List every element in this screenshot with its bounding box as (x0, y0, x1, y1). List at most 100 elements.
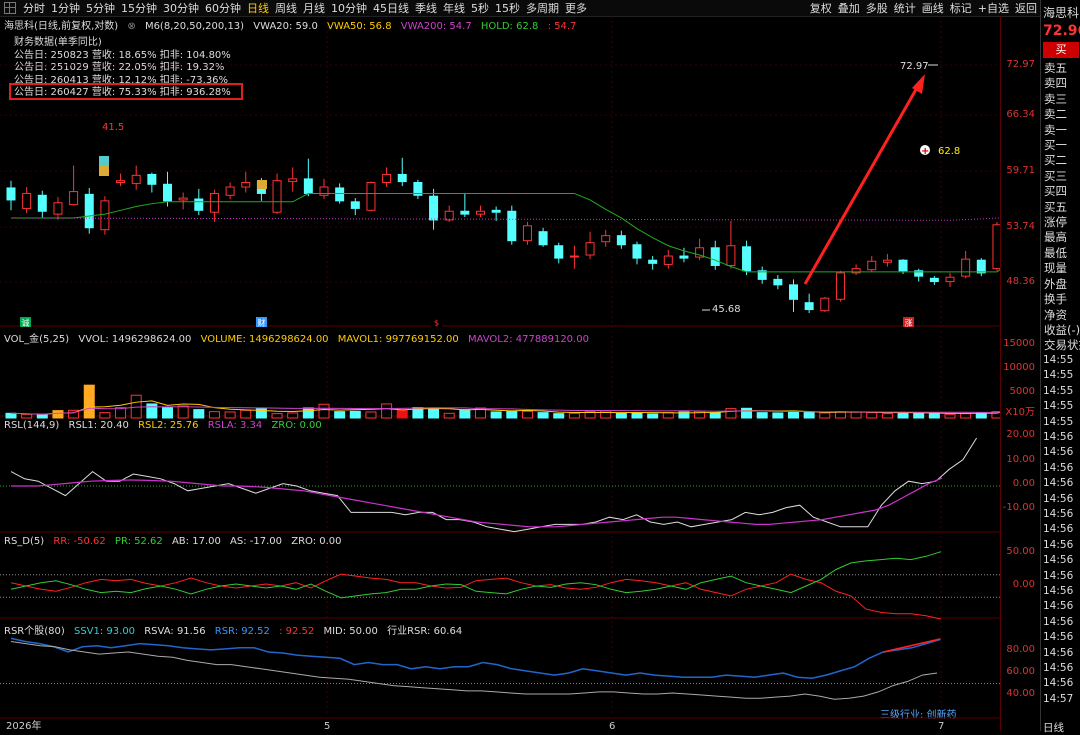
period-tab[interactable]: 5分钟 (83, 0, 118, 16)
period-tab[interactable]: 15分钟 (118, 0, 160, 16)
candle (382, 173, 392, 183)
trend-arrow (803, 85, 920, 285)
candle (663, 255, 673, 265)
period-tab[interactable]: 10分钟 (328, 0, 370, 16)
toolbar-button[interactable]: 多股 (863, 0, 891, 16)
volume-bar (537, 412, 549, 419)
vvol: VVOL: 1496298624.00 (78, 334, 192, 345)
volume-bar (803, 411, 815, 419)
axis-label: 0.00 (1012, 579, 1035, 590)
rsr-highlight (883, 638, 941, 653)
period-tab[interactable]: 季线 (412, 0, 440, 16)
candle (178, 197, 188, 201)
period-tab[interactable]: 多周期 (523, 0, 562, 16)
toolbar-button[interactable]: +自选 (975, 0, 1012, 16)
period-tab[interactable]: 月线 (300, 0, 328, 16)
toolbar-button[interactable]: 叠加 (835, 0, 863, 16)
tick-time: 14:56 (1043, 508, 1074, 520)
event-mark-label: 涨 (905, 318, 913, 328)
buy-button[interactable]: 买 (1043, 42, 1079, 58)
tick-time: 14:55 (1043, 384, 1074, 397)
period-tab[interactable]: 5秒 (468, 0, 492, 16)
axis-label: -10.00 (1002, 502, 1035, 513)
high-label: 72.97 (900, 61, 929, 72)
rsr: RSR: 92.52 (214, 626, 270, 637)
tick-time: 14:55 (1043, 400, 1074, 413)
mid: MID: 50.00 (323, 626, 378, 637)
rsla: RSLA: 3.34 (207, 420, 263, 431)
quote-row: 买四 (1044, 184, 1067, 199)
volume-bar (21, 413, 33, 419)
candle (961, 258, 971, 277)
right-axis: 72.97 66.34 59.71 53.74 48.36 15000 10000 5000 X… (1000, 16, 1041, 731)
toolbar-button[interactable]: 返回 (1012, 0, 1040, 16)
period-tab[interactable]: 日线 (244, 0, 272, 16)
candle (37, 194, 47, 212)
x-axis-label: 5 (324, 721, 330, 731)
quote-row: 卖三 (1044, 91, 1067, 106)
candle (976, 259, 986, 274)
tick-time: 14:56 (1043, 554, 1074, 567)
toolbar-button[interactable]: 标记 (947, 0, 975, 16)
as: AS: -17.00 (230, 536, 283, 547)
candle (100, 200, 110, 231)
volume-bar (381, 403, 393, 419)
tick-time: 14:56 (1043, 492, 1074, 505)
candle (789, 284, 798, 300)
candle (69, 191, 79, 206)
volume-bar (944, 413, 956, 419)
rsl1: RSL1: 20.40 (68, 420, 129, 431)
stock-price: 72.96 (1043, 23, 1080, 39)
quote-row: 买五 (1044, 199, 1067, 214)
mavol2: MAVOL2: 477889120.00 (467, 334, 589, 345)
toolbar-button[interactable]: 画线 (919, 0, 947, 16)
candle (648, 259, 658, 264)
tick-time: 14:56 (1043, 585, 1074, 597)
rsr-line (10, 637, 941, 680)
period-tab[interactable]: 年线 (440, 0, 468, 16)
candle (507, 210, 517, 242)
candle (804, 302, 814, 311)
candle (22, 192, 32, 209)
hold-label: 62.8 (938, 146, 960, 157)
volume-bar (334, 411, 346, 419)
candle (476, 210, 485, 215)
tick-time: 14:55 (1043, 354, 1074, 366)
axis-label: 50.00 (1006, 546, 1035, 557)
event-mark-label: $ (434, 319, 439, 328)
layout-grid-icon[interactable] (4, 2, 16, 14)
volume-bar (99, 412, 111, 419)
candle (742, 246, 752, 272)
period-tab[interactable]: 分时 (20, 0, 48, 16)
toolbar-button[interactable]: 统计 (891, 0, 919, 16)
axis-label: 48.36 (1006, 276, 1035, 287)
quote-row: 买三 (1044, 168, 1067, 183)
candle (366, 181, 376, 211)
volume-bar (772, 412, 784, 419)
mavol1: MAVOL1: 997769152.00 (337, 334, 459, 345)
volume-bar (568, 412, 580, 419)
rsl-header: RSL(144,9) RSL1: 20.40 RSL2: 25.76 RSLA:… (4, 420, 328, 431)
candle (867, 260, 877, 271)
candle (6, 187, 16, 201)
period-tab[interactable]: 45日线 (370, 0, 412, 16)
candle (538, 231, 548, 246)
volume-bar (177, 405, 189, 419)
period-tab[interactable]: 周线 (272, 0, 300, 16)
candle (131, 174, 141, 184)
toolbar-button[interactable]: 复权 (807, 0, 835, 16)
period-tab[interactable]: 更多 (562, 0, 590, 16)
event-icon (99, 166, 109, 176)
volume-bar (913, 412, 925, 419)
period-tab[interactable]: 30分钟 (160, 0, 202, 16)
volume-bar (443, 412, 455, 419)
candle (601, 235, 611, 243)
quote-row: 涨停 (1044, 215, 1067, 230)
volume-bar (396, 409, 408, 419)
period-tab[interactable]: 1分钟 (48, 0, 83, 16)
period-tab[interactable]: 15秒 (492, 0, 523, 16)
axis-label: 40.00 (1006, 688, 1035, 699)
candle (429, 195, 439, 221)
quote-row: 买一 (1044, 138, 1067, 153)
period-tab[interactable]: 60分钟 (202, 0, 244, 16)
